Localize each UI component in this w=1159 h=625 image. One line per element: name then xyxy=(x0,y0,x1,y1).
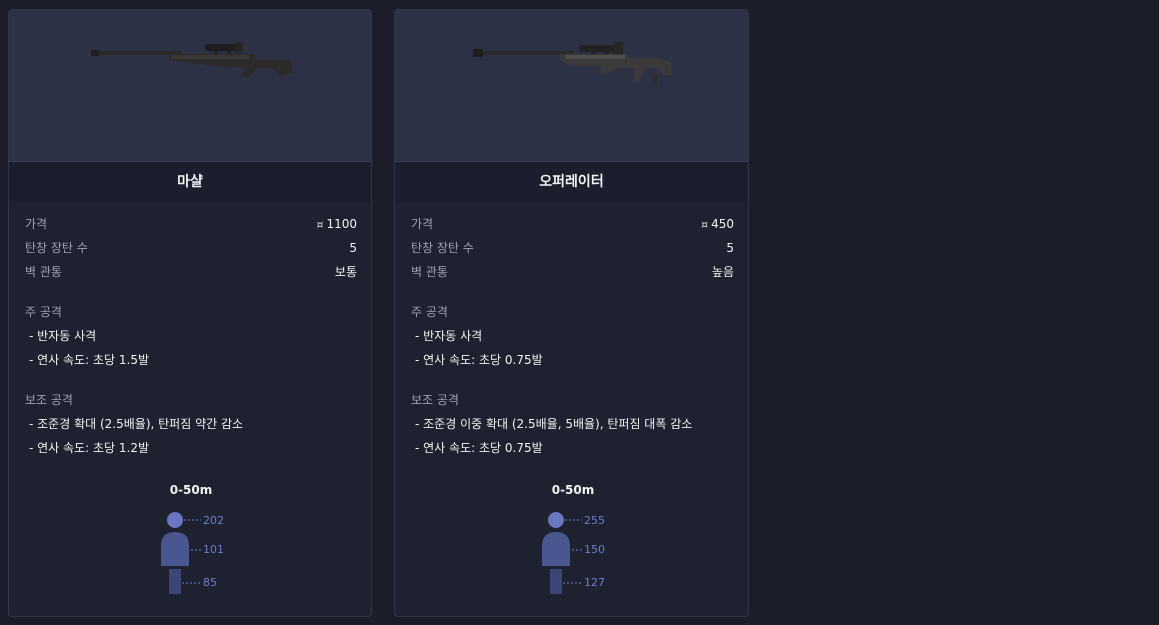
primary-fire-item: - 반자동 사격 xyxy=(415,329,483,343)
primary-fire-title: 주 공격 xyxy=(411,305,448,319)
head-icon xyxy=(167,512,183,528)
stat-row-penetration: 벽 관통 높음 xyxy=(411,262,734,282)
credits-icon: ¤ xyxy=(701,218,709,231)
legs-damage: 127 xyxy=(584,576,605,589)
legs-icon xyxy=(550,569,562,594)
stat-label: 탄창 장탄 수 xyxy=(25,241,88,255)
stat-row-price: 가격 ¤ 450 xyxy=(411,214,734,234)
stat-value: 1100 xyxy=(326,217,357,231)
sniper-rifle-icon xyxy=(91,42,292,77)
damage-range: 0-50m xyxy=(551,483,595,497)
body-damage: 101 xyxy=(203,543,224,556)
secondary-fire-title: 보조 공격 xyxy=(411,393,459,407)
weapon-name: 마샬 xyxy=(9,162,371,203)
stat-label: 가격 xyxy=(411,217,434,231)
stat-label: 벽 관통 xyxy=(411,265,448,279)
weapon-name: 오퍼레이터 xyxy=(395,162,748,203)
stat-row-magazine: 탄창 장탄 수 5 xyxy=(25,238,357,258)
head-icon xyxy=(548,512,564,528)
stat-value: 높음 xyxy=(711,265,734,279)
secondary-fire-item: - 조준경 확대 (2.5배율), 탄퍼짐 약간 감소 xyxy=(29,417,244,431)
stat-row-price: 가격 ¤ 1100 xyxy=(25,214,357,234)
primary-fire-title: 주 공격 xyxy=(25,305,62,319)
credits-icon: ¤ xyxy=(316,218,324,231)
stat-value: 5 xyxy=(726,241,734,255)
weapon-image-area xyxy=(9,10,371,162)
weapon-card-operator[interactable]: 오퍼레이터 가격 ¤ 450 탄창 장탄 수 5 벽 관통 높음 주 공격 - 반… xyxy=(394,9,749,617)
head-damage: 255 xyxy=(584,514,605,527)
stat-label: 탄창 장탄 수 xyxy=(411,241,474,255)
primary-fire-item: - 연사 속도: 초당 0.75발 xyxy=(415,353,543,367)
secondary-fire-item: - 연사 속도: 초당 1.2발 xyxy=(29,441,149,455)
body-icon xyxy=(542,532,570,566)
weapon-image-area xyxy=(395,10,748,162)
stat-row-penetration: 벽 관통 보통 xyxy=(25,262,357,282)
head-damage: 202 xyxy=(203,514,224,527)
body-icon xyxy=(161,532,189,566)
body-damage: 150 xyxy=(584,543,605,556)
legs-damage: 85 xyxy=(203,576,217,589)
primary-fire-item: - 반자동 사격 xyxy=(29,329,97,343)
legs-icon xyxy=(169,569,181,594)
weapon-card-marshal[interactable]: 마샬 가격 ¤ 1100 탄창 장탄 수 5 벽 관통 보통 주 공격 - 반자동… xyxy=(8,9,372,617)
stat-label: 벽 관통 xyxy=(25,265,62,279)
stat-row-magazine: 탄창 장탄 수 5 xyxy=(411,238,734,258)
secondary-fire-item: - 연사 속도: 초당 0.75발 xyxy=(415,441,543,455)
stat-value: 5 xyxy=(349,241,357,255)
stat-value: 보통 xyxy=(334,265,357,279)
secondary-fire-item: - 조준경 이중 확대 (2.5배율, 5배율), 탄퍼짐 대폭 감소 xyxy=(415,417,693,431)
heavy-sniper-rifle-icon xyxy=(473,42,672,86)
secondary-fire-title: 보조 공격 xyxy=(25,393,73,407)
damage-range: 0-50m xyxy=(169,483,213,497)
stat-value: 450 xyxy=(711,217,734,231)
stat-label: 가격 xyxy=(25,217,48,231)
primary-fire-item: - 연사 속도: 초당 1.5발 xyxy=(29,353,149,367)
